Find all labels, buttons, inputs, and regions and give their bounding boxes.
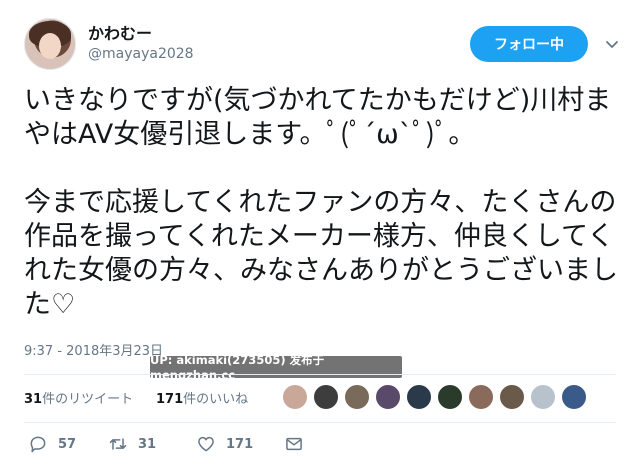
likes-label: 件のいいね: [183, 392, 249, 407]
chevron-down-icon[interactable]: [604, 36, 620, 52]
divider: [24, 374, 616, 375]
liker-avatar-9[interactable]: [530, 384, 556, 410]
reply-button[interactable]: 57: [28, 434, 76, 454]
liker-avatar-7[interactable]: [468, 384, 494, 410]
display-name[interactable]: かわむー: [88, 20, 152, 44]
tweet-card: かわむー @mayaya2028 フォロー中 いきなりですが(気づかれてたかもだ…: [0, 0, 640, 466]
liker-avatar-8[interactable]: [499, 384, 525, 410]
liker-avatar-3[interactable]: [344, 384, 370, 410]
liker-avatar-5[interactable]: [406, 384, 432, 410]
retweet-button[interactable]: 31: [108, 434, 156, 454]
avatar-face: [39, 33, 61, 59]
direct-message-button[interactable]: [284, 434, 304, 454]
screen-name[interactable]: @mayaya2028: [88, 46, 194, 62]
retweets-stat[interactable]: 31件のリツイート: [24, 388, 133, 407]
liker-avatar-6[interactable]: [437, 384, 463, 410]
liker-avatar-2[interactable]: [313, 384, 339, 410]
like-button[interactable]: 171: [196, 434, 253, 454]
reply-icon: [30, 436, 46, 453]
retweet-count: 31: [138, 436, 157, 452]
likes-stat[interactable]: 171件のいいね: [156, 388, 248, 407]
retweet-icon: [109, 438, 127, 450]
liker-avatar-1[interactable]: [282, 384, 308, 410]
divider: [24, 422, 616, 423]
following-button[interactable]: フォロー中: [470, 26, 588, 62]
heart-icon: [198, 436, 214, 452]
retweets-count: 31: [24, 392, 43, 407]
liker-avatar-4[interactable]: [375, 384, 401, 410]
avatar[interactable]: [24, 18, 76, 70]
tweet-text: いきなりですが(気づかれてたかもだけど)川村まやはAV女優引退します。ﾟ(ﾟ´ω…: [24, 85, 618, 320]
retweets-label: 件のリツイート: [42, 392, 134, 407]
like-count: 171: [226, 436, 254, 452]
liker-avatar-10[interactable]: [561, 384, 587, 410]
likes-count: 171: [156, 392, 184, 407]
reply-count: 57: [58, 436, 77, 452]
tweet-timestamp[interactable]: 9:37 - 2018年3月23日: [24, 340, 163, 359]
envelope-icon: [286, 437, 302, 451]
